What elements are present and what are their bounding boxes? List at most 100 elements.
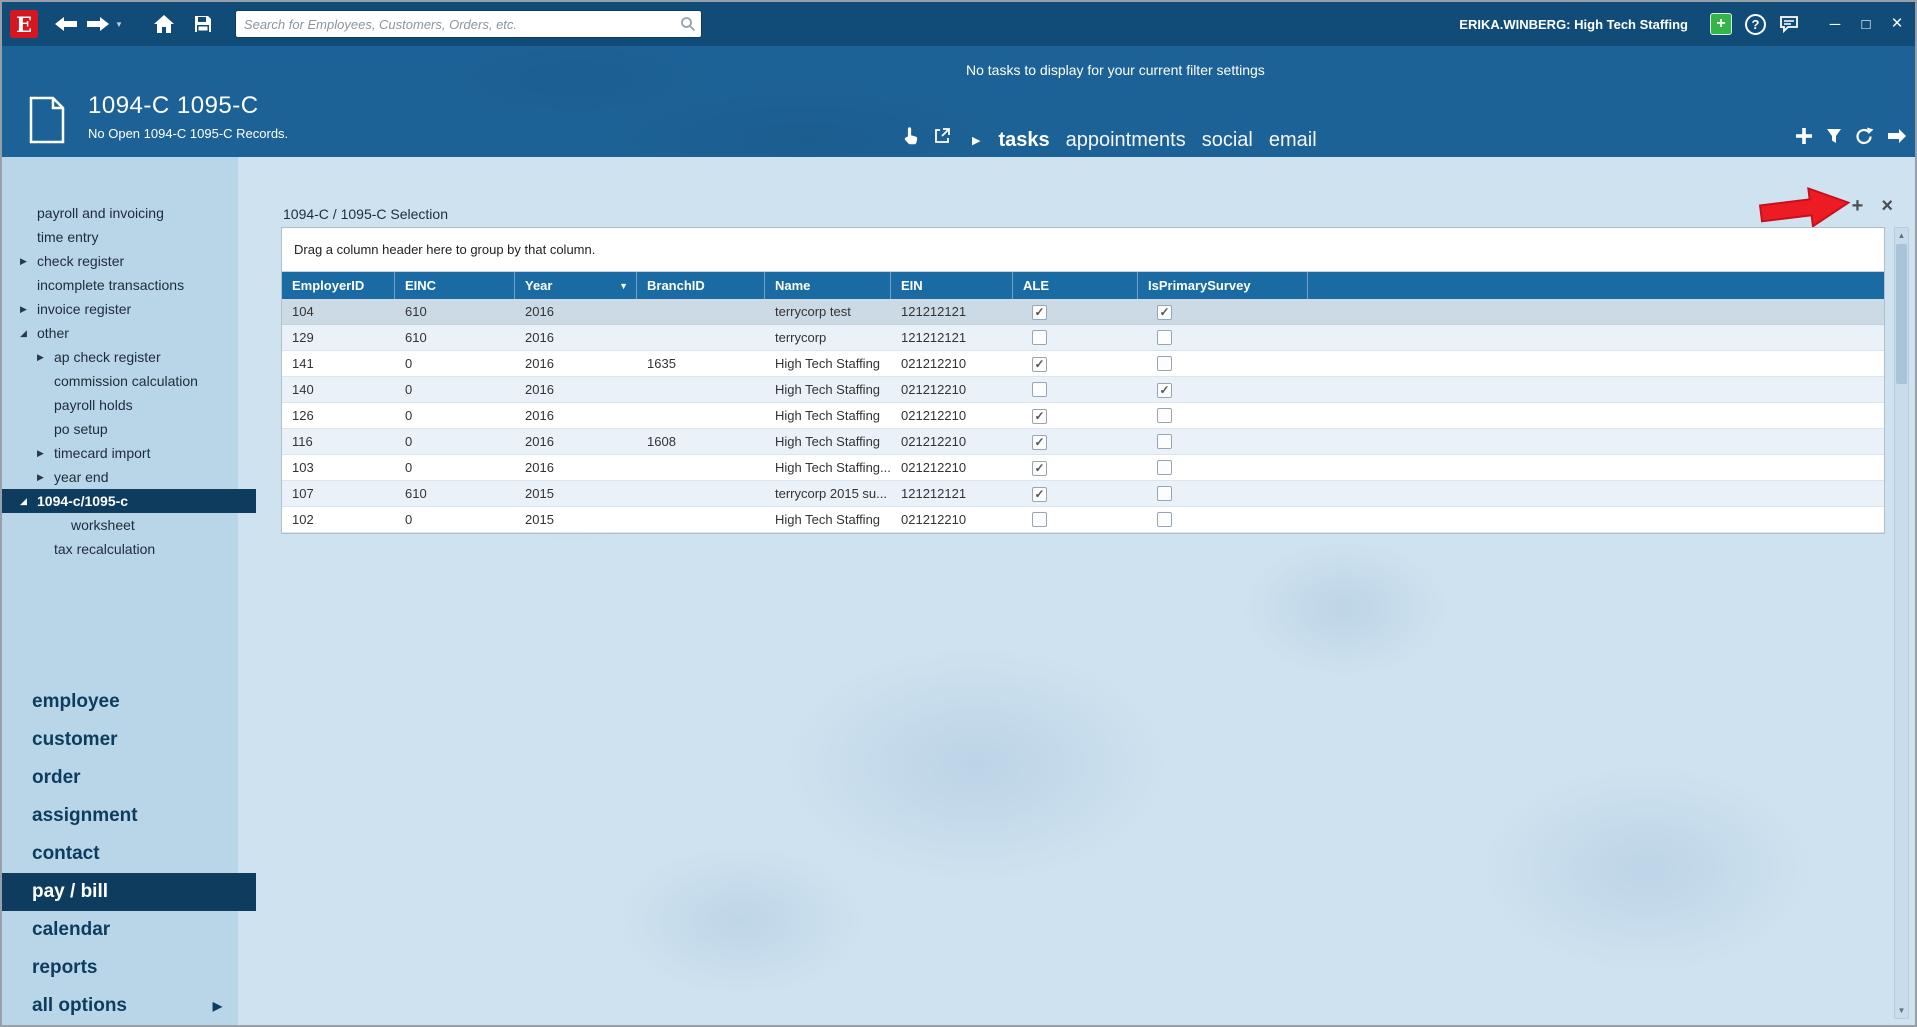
ale-checkbox[interactable]: ✓ (1032, 305, 1047, 320)
search-input[interactable] (235, 12, 675, 36)
isprimarysurvey-checkbox[interactable] (1157, 356, 1172, 371)
isprimarysurvey-checkbox[interactable]: ✓ (1157, 305, 1172, 320)
nav-item-assignment[interactable]: assignment (2, 797, 238, 835)
nav-item-all-options[interactable]: all options ▶ (2, 987, 238, 1025)
ale-checkbox[interactable]: ✓ (1032, 357, 1047, 372)
column-header-ale[interactable]: ALE (1013, 272, 1138, 299)
table-row[interactable]: 107 610 2015 terrycorp 2015 su... 121212121 ✓ (282, 481, 1884, 507)
home-button[interactable] (153, 14, 175, 34)
tab-tasks[interactable]: tasks (998, 129, 1049, 152)
forward-button[interactable] (86, 16, 110, 32)
sidebar-item-ap-check-register[interactable]: ▶ ap check register (2, 345, 238, 369)
sidebar-item-incomplete-transactions[interactable]: incomplete transactions (2, 273, 238, 297)
sidebar-item-tax-recalculation[interactable]: tax recalculation (2, 537, 238, 561)
scroll-down-icon[interactable]: ▼ (1895, 1006, 1908, 1015)
scroll-up-icon[interactable]: ▲ (1895, 231, 1908, 240)
column-header-isprimarysurvey[interactable]: IsPrimarySurvey (1138, 272, 1308, 299)
tree-expanded-icon[interactable]: ◢ (20, 328, 37, 339)
maximize-button[interactable]: □ (1858, 16, 1874, 33)
tab-social[interactable]: social (1202, 129, 1253, 152)
help-button[interactable]: ? (1745, 13, 1766, 35)
sidebar-item-commission-calculation[interactable]: commission calculation (2, 369, 238, 393)
tree-collapsed-icon[interactable]: ▶ (20, 256, 37, 267)
next-button[interactable] (1887, 128, 1907, 144)
table-row[interactable]: 141 0 2016 1635 High Tech Staffing 021212210 ✓ (282, 351, 1884, 377)
tree-collapsed-icon[interactable]: ▶ (37, 448, 54, 459)
table-row[interactable]: 116 0 2016 1608 High Tech Staffing 021212210 ✓ (282, 429, 1884, 455)
close-button[interactable]: × (1889, 14, 1905, 33)
sidebar-item-po-setup[interactable]: po setup (2, 417, 238, 441)
column-header-name[interactable]: Name (765, 272, 891, 299)
sidebar-item-check-register[interactable]: ▶ check register (2, 249, 238, 273)
nav-item-pay-bill[interactable]: pay / bill (2, 873, 256, 911)
isprimarysurvey-checkbox[interactable] (1157, 434, 1172, 449)
isprimarysurvey-checkbox[interactable] (1157, 408, 1172, 423)
record-header: 1094-C 1095-C No Open 1094-C 1095-C Reco… (2, 46, 1915, 157)
sort-desc-icon[interactable]: ▼ (619, 281, 628, 291)
sidebar-item-1094-c-1095-c[interactable]: ◢ 1094-c/1095-c (2, 489, 256, 513)
ale-checkbox[interactable]: ✓ (1032, 409, 1047, 424)
sidebar-item-payroll-holds[interactable]: payroll holds (2, 393, 238, 417)
add-task-button[interactable] (1795, 127, 1813, 145)
table-row[interactable]: 103 0 2016 High Tech Staffing... 021212210 ✓ (282, 455, 1884, 481)
isprimarysurvey-checkbox[interactable] (1157, 486, 1172, 501)
isprimarysurvey-checkbox[interactable] (1157, 512, 1172, 527)
save-button[interactable] (193, 14, 213, 34)
tree-collapsed-icon[interactable]: ▶ (37, 472, 54, 483)
nav-item-contact[interactable]: contact (2, 835, 238, 873)
nav-item-employee[interactable]: employee (2, 683, 238, 721)
popout-button[interactable] (934, 127, 951, 144)
column-header-ein[interactable]: EIN (891, 272, 1013, 299)
filter-button[interactable] (1826, 128, 1842, 144)
cell-isprimarysurvey (1138, 481, 1308, 506)
panel-close-button[interactable]: × (1881, 196, 1893, 216)
sidebar-item-invoice-register[interactable]: ▶ invoice register (2, 297, 238, 321)
minimize-button[interactable]: ─ (1827, 16, 1843, 33)
quick-add-button[interactable]: + (1710, 13, 1732, 35)
column-header-branchid[interactable]: BranchID (637, 272, 765, 299)
tree-collapsed-icon[interactable]: ▶ (37, 352, 54, 363)
tab-appointments[interactable]: appointments (1066, 129, 1186, 152)
sidebar-item-other[interactable]: ◢ other (2, 321, 238, 345)
sidebar-item-payroll-and-invoicing[interactable]: payroll and invoicing (2, 201, 238, 225)
sidebar-item-worksheet[interactable]: worksheet (2, 513, 238, 537)
tree-expanded-icon[interactable]: ◢ (20, 496, 37, 507)
sidebar-item-time-entry[interactable]: time entry (2, 225, 238, 249)
isprimarysurvey-checkbox[interactable] (1157, 330, 1172, 345)
ale-checkbox[interactable] (1032, 330, 1047, 345)
table-row[interactable]: 129 610 2016 terrycorp 121212121 (282, 325, 1884, 351)
sidebar-item-year-end[interactable]: ▶ year end (2, 465, 238, 489)
ale-checkbox[interactable] (1032, 382, 1047, 397)
table-row[interactable]: 140 0 2016 High Tech Staffing 021212210 ✓ (282, 377, 1884, 403)
app-logo[interactable]: E (10, 10, 38, 38)
search-icon[interactable] (675, 16, 701, 32)
ale-checkbox[interactable]: ✓ (1032, 487, 1047, 502)
refresh-button[interactable] (1855, 127, 1874, 145)
column-header-employerid[interactable]: EmployerID (282, 272, 395, 299)
panel-add-button[interactable]: + (1852, 196, 1864, 216)
tree-collapsed-icon[interactable]: ▶ (20, 304, 37, 315)
scrollbar-thumb[interactable] (1896, 244, 1907, 384)
ale-checkbox[interactable]: ✓ (1032, 461, 1047, 476)
nav-item-order[interactable]: order (2, 759, 238, 797)
nav-item-reports[interactable]: reports (2, 949, 238, 987)
table-row[interactable]: 104 610 2016 terrycorp test 121212121 ✓ ✓ (282, 299, 1884, 325)
column-header-einc[interactable]: EINC (395, 272, 515, 299)
nav-item-calendar[interactable]: calendar (2, 911, 238, 949)
sidebar-item-timecard-import[interactable]: ▶ timecard import (2, 441, 238, 465)
history-dropdown-icon[interactable]: ▼ (115, 20, 123, 29)
isprimarysurvey-checkbox[interactable] (1157, 460, 1172, 475)
column-header-year[interactable]: Year ▼ (515, 272, 637, 299)
vertical-scrollbar[interactable]: ▲ ▼ (1894, 227, 1909, 1019)
back-button[interactable] (54, 16, 78, 32)
ale-checkbox[interactable]: ✓ (1032, 435, 1047, 450)
tab-email[interactable]: email (1269, 129, 1317, 152)
nav-item-customer[interactable]: customer (2, 721, 238, 759)
feedback-button[interactable] (1779, 15, 1799, 33)
isprimarysurvey-checkbox[interactable]: ✓ (1157, 383, 1172, 398)
hand-pointer-button[interactable] (904, 126, 919, 145)
group-by-bar[interactable]: Drag a column header here to group by th… (282, 228, 1884, 272)
table-row[interactable]: 126 0 2016 High Tech Staffing 021212210 ✓ (282, 403, 1884, 429)
ale-checkbox[interactable] (1032, 512, 1047, 527)
table-row[interactable]: 102 0 2015 High Tech Staffing 021212210 (282, 507, 1884, 533)
